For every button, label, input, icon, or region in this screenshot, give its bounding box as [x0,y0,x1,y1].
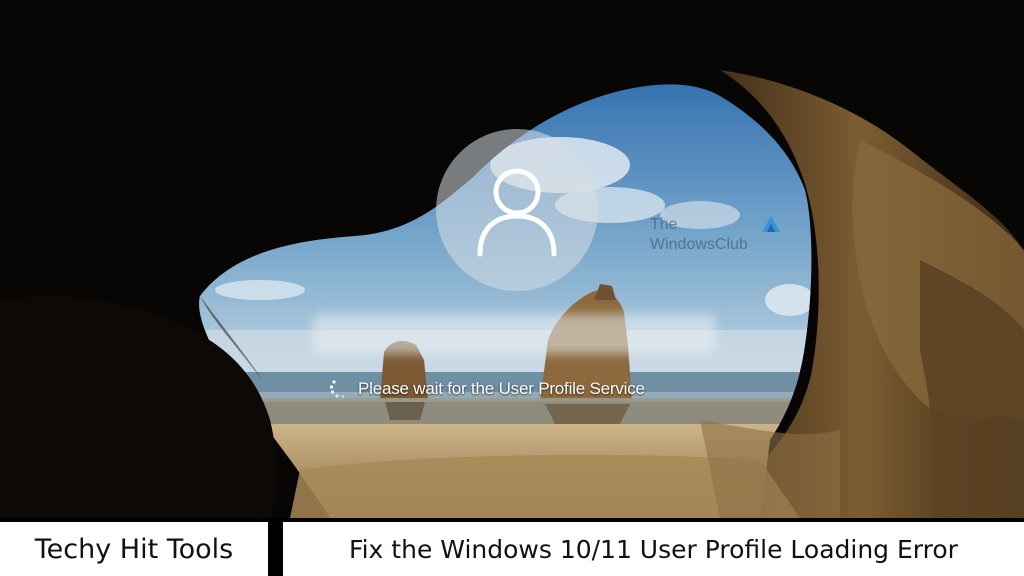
user-icon [477,168,557,257]
username-field-blurred [312,314,716,354]
lock-screen: Please wait for the User Profile Service… [0,0,1024,518]
caption-bar: Techy Hit Tools Fix the Windows 10/11 Us… [0,518,1024,576]
watermark-line2: WindowsClub [650,236,748,253]
windowsclub-logo-icon [762,216,780,232]
headline-title: Fix the Windows 10/11 User Profile Loadi… [349,534,958,564]
brand-box: Techy Hit Tools [0,522,268,576]
watermark-line1: The [650,216,678,233]
watermark: The WindowsClub [648,214,788,262]
headline-box: Fix the Windows 10/11 User Profile Loadi… [283,522,1024,576]
status-message: Please wait for the User Profile Service [358,379,645,398]
user-avatar[interactable] [436,129,598,291]
status-row: Please wait for the User Profile Service [328,376,645,402]
brand-name: Techy Hit Tools [34,533,234,565]
loading-spinner-icon [329,380,345,398]
screenshot-stage: Please wait for the User Profile Service… [0,0,1024,576]
